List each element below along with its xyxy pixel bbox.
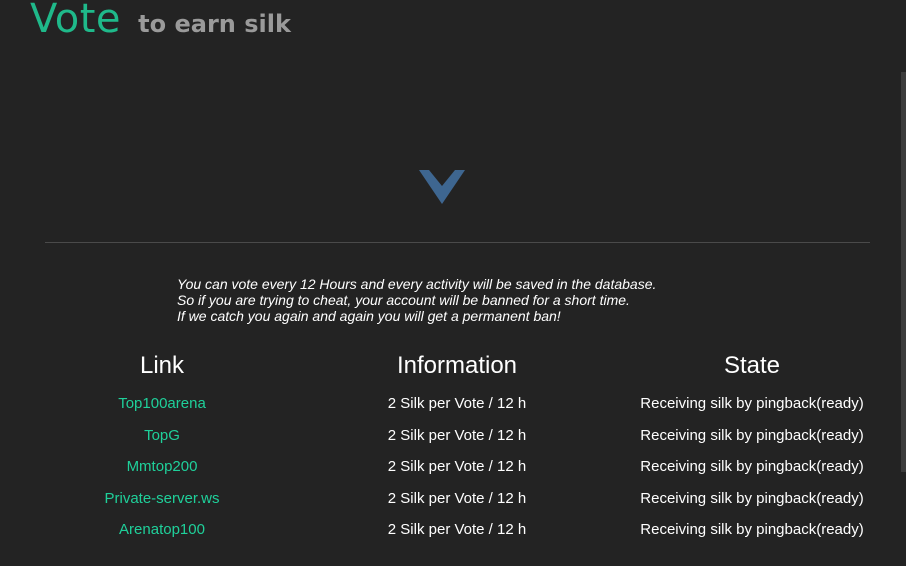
- vote-link[interactable]: Private-server.ws: [104, 490, 219, 507]
- chevron-down-icon[interactable]: [419, 166, 465, 206]
- vote-link[interactable]: Mmtop200: [127, 458, 198, 475]
- vote-link[interactable]: Top100arena: [118, 395, 206, 412]
- vote-info: 2 Silk per Vote / 12 h: [387, 489, 527, 507]
- table-row: Top100arena 2 Silk per Vote / 12 h Recei…: [0, 390, 906, 422]
- page-title-main: Vote: [30, 0, 122, 42]
- page-subtitle: to earn silk: [138, 10, 291, 38]
- table-row: Arenatop100 2 Silk per Vote / 12 h Recei…: [0, 516, 906, 548]
- vote-state: Receiving silk by pingback(ready): [640, 426, 864, 444]
- vote-link[interactable]: TopG: [144, 427, 180, 444]
- column-header-state: State: [723, 352, 781, 379]
- vote-state: Receiving silk by pingback(ready): [640, 395, 864, 412]
- column-header-information: Information: [396, 352, 518, 379]
- vote-state: Receiving silk by pingback(ready): [640, 521, 864, 538]
- vote-info: 2 Silk per Vote / 12 h: [387, 521, 527, 538]
- vote-notice: You can vote every 12 Hours and every ac…: [177, 276, 656, 324]
- vote-info: 2 Silk per Vote / 12 h: [387, 458, 527, 475]
- divider: [45, 242, 870, 243]
- vote-link[interactable]: Arenatop100: [119, 521, 205, 538]
- vote-info: 2 Silk per Vote / 12 h: [387, 395, 527, 412]
- vote-info: 2 Silk per Vote / 12 h: [387, 426, 527, 444]
- page-title: Vote to earn silk: [30, 0, 291, 42]
- notice-line: If we catch you again and again you will…: [177, 308, 561, 324]
- table-row: Mmtop200 2 Silk per Vote / 12 h Receivin…: [0, 453, 906, 485]
- column-header-link: Link: [139, 352, 185, 379]
- vote-state: Receiving silk by pingback(ready): [640, 489, 864, 507]
- notice-line: You can vote every 12 Hours and every ac…: [177, 276, 657, 292]
- vote-page: Vote to earn silk You can vote every 12 …: [0, 0, 906, 566]
- vote-state: Receiving silk by pingback(ready): [640, 458, 864, 475]
- notice-line: So if you are trying to cheat, your acco…: [177, 292, 630, 308]
- table-row: Private-server.ws 2 Silk per Vote / 12 h…: [0, 485, 906, 517]
- table-header: Link Information State: [0, 352, 906, 390]
- vote-table: Link Information State Top100arena 2 Sil…: [0, 352, 906, 548]
- table-row: TopG 2 Silk per Vote / 12 h Receiving si…: [0, 422, 906, 454]
